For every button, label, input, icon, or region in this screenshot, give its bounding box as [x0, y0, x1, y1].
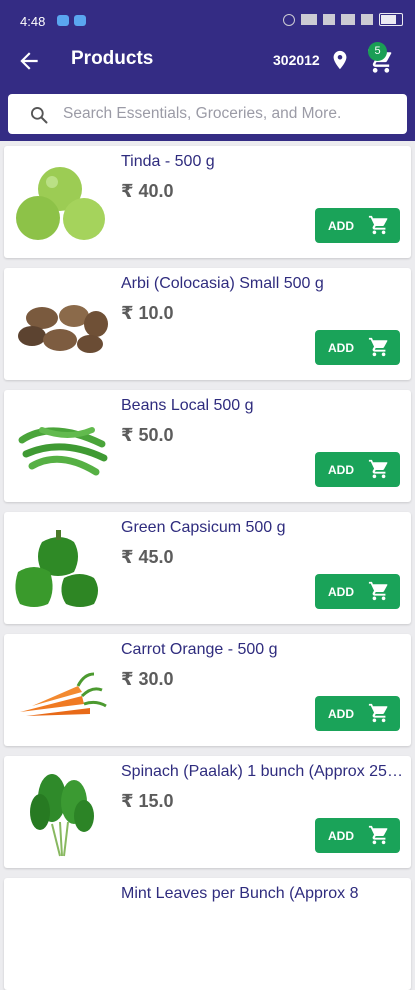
add-label: ADD [328, 463, 354, 477]
product-price: ₹ 50.0 [121, 425, 174, 445]
status-bar: 4:48 [0, 0, 415, 42]
wifi-calling-icon [341, 14, 355, 25]
back-arrow-icon[interactable] [16, 48, 42, 74]
arbi-image [18, 305, 108, 353]
product-price: ₹ 15.0 [121, 791, 174, 811]
sim-icon [323, 14, 335, 25]
search-bar[interactable]: Search Essentials, Groceries, and More. [8, 94, 407, 134]
add-to-cart-button[interactable]: ADD [315, 696, 400, 731]
product-name: Mint Leaves per Bunch (Approx 8 [121, 885, 359, 902]
hotspot-icon [283, 13, 295, 26]
add-to-cart-button[interactable]: ADD [315, 574, 400, 609]
add-label: ADD [328, 707, 354, 721]
pincode-label[interactable]: 302012 [273, 52, 320, 68]
product-card[interactable]: Beans Local 500 g ₹ 50.0 ADD [4, 390, 411, 502]
cart-count-badge: 5 [368, 42, 387, 61]
status-time: 4:48 [20, 14, 46, 29]
notification-icon [57, 15, 69, 26]
tinda-image [16, 167, 105, 240]
message-icon [74, 15, 86, 26]
product-price: ₹ 45.0 [121, 547, 174, 567]
network-speed-icon [301, 14, 317, 25]
cart-icon [368, 215, 388, 235]
add-label: ADD [328, 219, 354, 233]
product-price: ₹ 40.0 [121, 181, 174, 201]
add-label: ADD [328, 341, 354, 355]
carrot-image [20, 672, 107, 716]
product-name: Arbi (Colocasia) Small 500 g [121, 275, 324, 292]
add-label: ADD [328, 829, 354, 843]
add-label: ADD [328, 585, 354, 599]
add-to-cart-button[interactable]: ADD [315, 330, 400, 365]
page-title: Products [71, 48, 154, 69]
product-name: Beans Local 500 g [121, 397, 254, 414]
beans-image [18, 427, 108, 476]
search-icon [31, 107, 48, 124]
system-icons [283, 13, 403, 26]
add-to-cart-button[interactable]: ADD [315, 208, 400, 243]
top-bar: 4:48 Products 302012 5 Search Essentials… [0, 0, 415, 141]
product-card[interactable]: Mint Leaves per Bunch (Approx 8 [4, 878, 411, 990]
product-name: Carrot Orange - 500 g [121, 641, 278, 658]
product-name: Spinach (Paalak) 1 bunch (Approx 250 g) [121, 763, 406, 780]
product-card[interactable]: Tinda - 500 g ₹ 40.0 ADD [4, 146, 411, 258]
product-card[interactable]: Green Capsicum 500 g ₹ 45.0 ADD [4, 512, 411, 624]
cart-icon [368, 825, 388, 845]
product-name: Tinda - 500 g [121, 153, 215, 170]
capsicum-image [15, 530, 98, 607]
battery-icon [379, 13, 403, 26]
cart-icon [368, 703, 388, 723]
product-price: ₹ 30.0 [121, 669, 174, 689]
add-to-cart-button[interactable]: ADD [315, 818, 400, 853]
search-placeholder: Search Essentials, Groceries, and More. [63, 105, 342, 122]
spinach-image [30, 774, 94, 857]
signal-icon [361, 14, 373, 25]
location-pin-icon[interactable] [329, 48, 351, 72]
cart-icon [368, 459, 388, 479]
cart-icon [368, 581, 388, 601]
product-card[interactable]: Spinach (Paalak) 1 bunch (Approx 250 g) … [4, 756, 411, 868]
product-card[interactable]: Carrot Orange - 500 g ₹ 30.0 ADD [4, 634, 411, 746]
app-bar: Products 302012 5 [0, 42, 415, 82]
add-to-cart-button[interactable]: ADD [315, 452, 400, 487]
cart-icon [368, 337, 388, 357]
product-card[interactable]: Arbi (Colocasia) Small 500 g ₹ 10.0 ADD [4, 268, 411, 380]
product-price: ₹ 10.0 [121, 303, 174, 323]
product-name: Green Capsicum 500 g [121, 519, 286, 536]
